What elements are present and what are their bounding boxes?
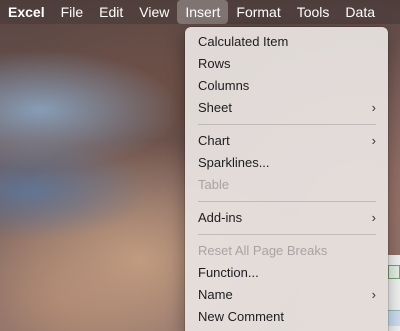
menu-format[interactable]: Format: [228, 0, 288, 24]
background-cell: [388, 310, 400, 326]
background-spreadsheet: [388, 255, 400, 331]
menu-item-label: Reset All Page Breaks: [198, 243, 328, 258]
menu-item-sheet[interactable]: Sheet ›: [185, 97, 388, 119]
menu-item-label: Name: [198, 287, 233, 302]
chevron-right-icon: ›: [371, 287, 376, 302]
menu-file[interactable]: File: [53, 0, 92, 24]
menu-view[interactable]: View: [131, 0, 177, 24]
menu-item-label: Rows: [198, 56, 231, 71]
menu-item-calculated-item[interactable]: Calculated Item: [185, 31, 388, 53]
insert-menu-dropdown: Calculated Item Rows Columns Sheet › Cha…: [185, 27, 388, 331]
background-cell: [388, 265, 400, 279]
menu-separator: [198, 201, 376, 202]
menu-insert[interactable]: Insert: [177, 0, 229, 24]
menu-item-reset-all-page-breaks: Reset All Page Breaks: [185, 240, 388, 262]
menu-item-label: Table: [198, 177, 230, 192]
menu-item-table: Table: [185, 174, 388, 196]
menu-item-label: Calculated Item: [198, 34, 289, 49]
menu-item-new-comment[interactable]: New Comment: [185, 306, 388, 328]
app-menu-excel[interactable]: Excel: [0, 0, 53, 24]
menu-item-label: New Comment: [198, 309, 284, 324]
menu-bar: Excel File Edit View Insert Format Tools…: [0, 0, 400, 24]
menu-item-sparklines[interactable]: Sparklines...: [185, 152, 388, 174]
chevron-right-icon: ›: [371, 100, 376, 115]
menu-tools[interactable]: Tools: [289, 0, 338, 24]
menu-edit[interactable]: Edit: [91, 0, 131, 24]
menu-item-rows[interactable]: Rows: [185, 53, 388, 75]
chevron-right-icon: ›: [371, 210, 376, 225]
menu-data[interactable]: Data: [337, 0, 383, 24]
menu-item-function[interactable]: Function...: [185, 262, 388, 284]
menu-item-label: Sparklines...: [198, 155, 270, 170]
menu-item-add-ins[interactable]: Add-ins ›: [185, 207, 388, 229]
menu-item-label: Columns: [198, 78, 250, 93]
menu-item-chart[interactable]: Chart ›: [185, 130, 388, 152]
menu-item-name[interactable]: Name ›: [185, 284, 388, 306]
menu-item-label: Function...: [198, 265, 259, 280]
menu-item-label: Chart: [198, 133, 230, 148]
menu-item-label: Sheet: [198, 100, 232, 115]
menu-separator: [198, 124, 376, 125]
chevron-right-icon: ›: [371, 133, 376, 148]
menu-item-columns[interactable]: Columns: [185, 75, 388, 97]
menu-item-label: Add-ins: [198, 210, 243, 225]
menu-separator: [198, 234, 376, 235]
